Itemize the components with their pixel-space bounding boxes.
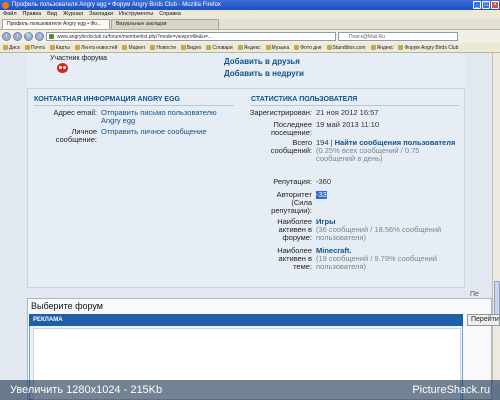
bookmark-item[interactable]: Почта	[25, 43, 45, 52]
home-icon[interactable]: ⌂	[35, 32, 44, 41]
add-friend-link[interactable]: Добавить в друзья	[224, 57, 300, 66]
search-input[interactable]: Поиск@Mail.Ru	[338, 32, 458, 41]
bookmark-item[interactable]: Словари	[206, 43, 232, 52]
posts-note: (0.25% всех сообщений / 0.75 сообщений в…	[316, 146, 420, 163]
menu-history[interactable]: Журнал	[63, 10, 83, 19]
reload-icon[interactable]: ↻	[24, 32, 33, 41]
active-topic-label: Наиболее активен в теме:	[277, 246, 312, 271]
user-rank: Участник форума	[50, 55, 108, 62]
authority-value: -33	[316, 190, 327, 199]
close-icon[interactable]: ×	[491, 1, 499, 9]
window-title: Профиль пользователя Angry egg • Форум A…	[12, 2, 221, 8]
divider	[251, 105, 459, 106]
authority-label: Авторитет (Сила репутации):	[271, 190, 312, 215]
stats-heading: СТАТИСТИКА ПОЛЬЗОВАТЕЛЯ	[251, 96, 358, 103]
menu-tools[interactable]: Инструменты	[119, 10, 153, 19]
bookmark-item[interactable]: Маркет	[122, 43, 145, 52]
menu-edit[interactable]: Правка	[23, 10, 42, 19]
tab-strip: Профиль пользователя Angry egg • Фо... В…	[0, 19, 500, 30]
registered-value: 21 ноя 2012 16:57	[316, 108, 379, 117]
menu-help[interactable]: Справка	[159, 10, 181, 19]
menu-file[interactable]: Файл	[3, 10, 17, 19]
email-link[interactable]: Отправить письмо пользователю Angry egg	[101, 109, 233, 125]
divider	[34, 105, 234, 106]
bookmark-item[interactable]: Музыка	[266, 43, 290, 52]
vertical-scrollbar[interactable]	[492, 53, 500, 383]
ad-heading: РЕКЛАМА	[29, 314, 463, 326]
menu-view[interactable]: Вид	[47, 10, 57, 19]
watermark-left: Увеличить 1280x1024 - 215Kb	[10, 384, 163, 396]
reputation-value: -360	[316, 177, 332, 186]
registered-label: Зарегистрирован:	[249, 108, 312, 117]
contact-heading: КОНТАКТНАЯ ИНФОРМАЦИЯ ANGRY EGG	[34, 96, 180, 103]
page-nav-arrow[interactable]: Пе	[470, 291, 479, 298]
maximize-icon[interactable]: □	[482, 1, 490, 9]
pm-label: Личное сообщение:	[55, 127, 97, 144]
bookmark-item[interactable]: Фото дня	[294, 43, 321, 52]
pm-link[interactable]: Отправить личное сообщение	[101, 128, 233, 136]
back-icon[interactable]: ‹	[2, 32, 11, 41]
firefox-icon	[2, 2, 9, 9]
bookmark-item[interactable]: Яндекс	[371, 43, 394, 52]
navigation-toolbar: ‹ › ↻ ⌂ www.angrybirdsclub.ru/forum/memb…	[0, 30, 500, 43]
window-titlebar: Профиль пользователя Angry egg • Форум A…	[0, 0, 500, 10]
tab-visual-bookmarks[interactable]: Визуальные закладки	[111, 19, 219, 29]
bookmark-item[interactable]: Видео	[181, 43, 202, 52]
bookmark-item[interactable]: Карты	[50, 43, 70, 52]
bookmark-item[interactable]: Форум Angry Birds Club	[398, 43, 458, 52]
watermark-bar: Увеличить 1280x1024 - 215Kb PictureShack…	[0, 380, 500, 400]
bookmark-item[interactable]: Яндекс	[238, 43, 261, 52]
watermark-right: PictureShack.ru	[412, 384, 490, 396]
bookmark-item[interactable]: Лента новостей	[75, 43, 117, 52]
bookmark-item[interactable]: Standblox.com	[327, 43, 366, 52]
bookmarks-bar: Диск Почта Карты Лента новостей Маркет Н…	[0, 43, 500, 53]
forward-icon[interactable]: ›	[13, 32, 22, 41]
add-foe-link[interactable]: Добавить в недруги	[224, 69, 304, 78]
tab-profile[interactable]: Профиль пользователя Angry egg • Фо...	[2, 19, 110, 29]
active-forum-label: Наиболее активен в форуме:	[277, 217, 312, 242]
menu-bar: Файл Правка Вид Журнал Закладки Инструме…	[0, 10, 500, 19]
minimize-icon[interactable]: _	[473, 1, 481, 9]
rank-bird-icon	[57, 63, 68, 73]
bookmark-item[interactable]: Новости	[150, 43, 175, 52]
jumpbox-title: Выберите форум	[31, 301, 103, 311]
go-button[interactable]: Перейти	[467, 314, 500, 326]
bookmark-item[interactable]: Диск	[3, 43, 20, 52]
address-bar[interactable]: www.angrybirdsclub.ru/forum/memberlist.p…	[46, 32, 336, 41]
last-visit-label: Последнее посещение:	[271, 120, 312, 137]
active-forum-note: (36 сообщений / 18.56% сообщений пользов…	[316, 225, 442, 242]
email-label: Адрес email:	[53, 108, 97, 117]
menu-bookmarks[interactable]: Закладки	[89, 10, 113, 19]
last-visit-value: 19 май 2013 11:10	[316, 120, 380, 129]
total-posts-label: Всего сообщений:	[270, 138, 312, 155]
reputation-label: Репутация:	[273, 177, 312, 186]
active-topic-note: (19 сообщений / 9.79% сообщений пользова…	[316, 254, 438, 271]
